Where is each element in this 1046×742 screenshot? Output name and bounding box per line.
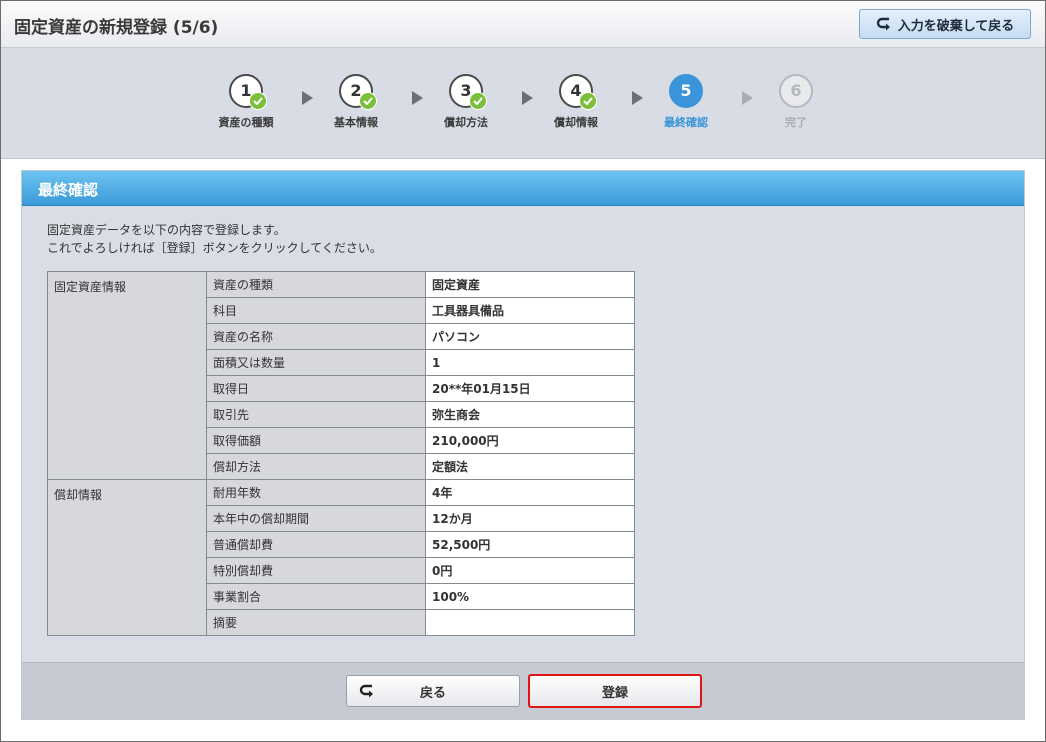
table-row: 固定資産情報 資産の種類 固定資産 [47,271,635,480]
row-value: パソコン [425,323,635,350]
back-button-label: 戻る [419,685,446,701]
register-button[interactable]: 登録 [528,674,702,708]
step-1: 1 資産の種類 [201,74,291,130]
checkmark-icon [359,92,377,110]
step-4-label: 償却情報 [554,116,598,129]
step-2-circle: 2 [339,74,377,110]
step-5: 5 最終確認 [641,74,731,130]
page-header: 固定資産の新規登録 (5/6) 入力を破棄して戻る [1,1,1045,48]
return-arrow-icon [359,684,373,698]
window-frame: 固定資産の新規登録 (5/6) 入力を破棄して戻る 1 資産の種類 2 基本情報 [0,0,1046,742]
panel-footer: 戻る 登録 [22,662,1024,719]
row-value: 4年 [425,479,635,506]
row-value: 定額法 [425,453,635,480]
row-value [425,609,635,636]
page-title: 固定資産の新規登録 (5/6) [14,18,219,38]
discard-button-label: 入力を破棄して戻る [897,18,1015,34]
row-key: 資産の種類 [206,271,426,298]
row-value: 弥生商会 [425,401,635,428]
row-key: 耐用年数 [206,479,426,506]
row-key: 取得日 [206,375,426,402]
row-key: 摘要 [206,609,426,636]
row-key: 本年中の償却期間 [206,505,426,532]
step-2: 2 基本情報 [311,74,401,130]
row-key: 特別償却費 [206,557,426,584]
back-button[interactable]: 戻る [346,675,520,707]
intro-text: 固定資産データを以下の内容で登録します。 これでよろしければ［登録］ボタンをクリ… [47,221,382,257]
intro-line-2: これでよろしければ［登録］ボタンをクリックしてください。 [47,241,382,255]
row-value: 0円 [425,557,635,584]
step-6-number: 6 [790,81,802,100]
step-6-label: 完了 [785,116,807,129]
step-2-label: 基本情報 [334,116,378,129]
row-key: 普通償却費 [206,531,426,558]
register-button-label: 登録 [601,685,628,701]
row-key: 面積又は数量 [206,349,426,376]
discard-and-return-button[interactable]: 入力を破棄して戻る [859,9,1031,39]
panel-header: 最終確認 [22,171,1024,206]
row-key: 事業割合 [206,583,426,610]
step-6: 6 完了 [751,74,841,130]
step-6-circle: 6 [779,74,813,108]
row-key: 取得価額 [206,427,426,454]
step-4: 4 償却情報 [531,74,621,130]
row-value: 52,500円 [425,531,635,558]
row-value: 1 [425,349,635,376]
row-value: 100% [425,583,635,610]
row-value: 固定資産 [425,271,635,298]
row-key: 償却方法 [206,453,426,480]
step-3-label: 償却方法 [444,116,488,129]
row-value: 210,000円 [425,427,635,454]
asset-summary-table: 固定資産情報 資産の種類 固定資産 科目 工具器具備品 資産の名称 パソコン 面… [47,271,635,636]
row-value: 12か月 [425,505,635,532]
checkmark-icon [579,92,597,110]
step-1-circle: 1 [229,74,267,110]
checkmark-icon [249,92,267,110]
step-3: 3 償却方法 [421,74,511,130]
confirmation-panel: 最終確認 固定資産データを以下の内容で登録します。 これでよろしければ［登録］ボ… [21,170,1025,720]
step-4-circle: 4 [559,74,597,110]
row-value: 工具器具備品 [425,297,635,324]
step-5-number: 5 [680,81,692,100]
table-row: 償却情報 耐用年数 4年 [47,479,635,636]
checkmark-icon [469,92,487,110]
step-1-label: 資産の種類 [218,116,274,129]
main-content: 最終確認 固定資産データを以下の内容で登録します。 これでよろしければ［登録］ボ… [1,159,1045,741]
row-key: 科目 [206,297,426,324]
group-label-asset-info: 固定資産情報 [47,271,207,480]
step-5-label: 最終確認 [664,116,708,129]
group-label-depreciation-info: 償却情報 [47,479,207,636]
step-3-circle: 3 [449,74,487,110]
return-arrow-icon [876,17,890,31]
progress-stepper: 1 資産の種類 2 基本情報 3 償却方法 4 償却情報 5 最終確認 6 完了 [1,48,1045,159]
step-5-circle: 5 [669,74,703,108]
row-key: 資産の名称 [206,323,426,350]
row-key: 取引先 [206,401,426,428]
intro-line-1: 固定資産データを以下の内容で登録します。 [47,223,286,237]
row-value: 20**年01月15日 [425,375,635,402]
panel-title: 最終確認 [38,181,99,199]
